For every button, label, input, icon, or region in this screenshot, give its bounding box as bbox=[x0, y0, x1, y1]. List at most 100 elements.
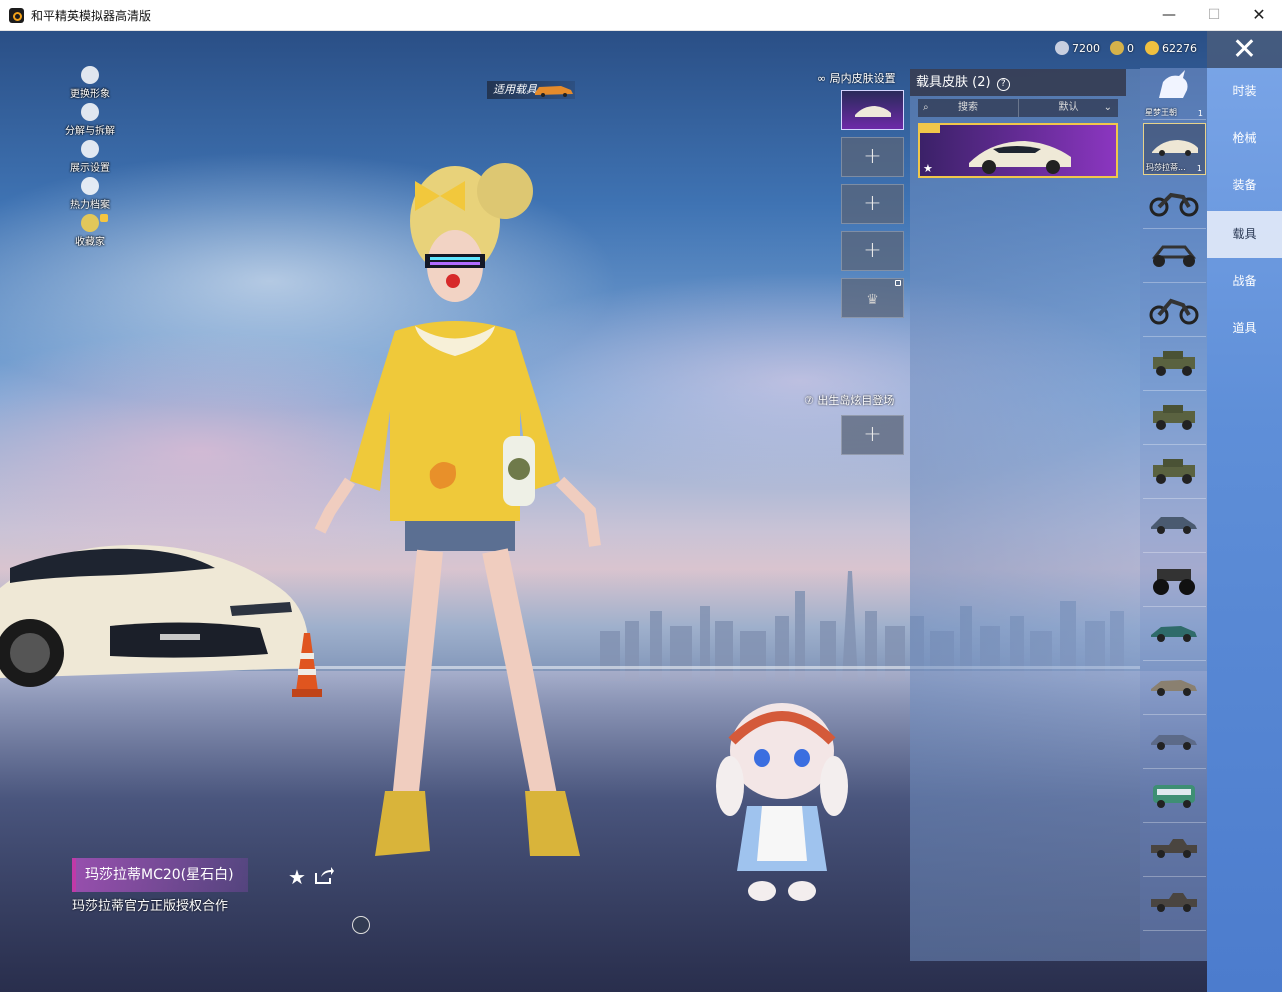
rarity-tag bbox=[920, 125, 940, 133]
skin-slot-add-2[interactable]: + bbox=[841, 137, 904, 177]
apply-vehicle-button[interactable]: 适用载具 bbox=[487, 81, 575, 99]
skin-sort-dropdown[interactable]: 默认 ⌄ bbox=[1018, 99, 1118, 117]
skin-slot-locked[interactable]: ♛ bbox=[841, 278, 904, 318]
jeep-icon bbox=[1153, 351, 1195, 376]
character-model bbox=[314, 163, 601, 856]
tab-outfit[interactable]: 时装 bbox=[1207, 68, 1282, 115]
item-name: 玛莎拉蒂MC20(星石白) bbox=[72, 858, 248, 892]
tab-items[interactable]: 道具 bbox=[1207, 305, 1282, 352]
car-thumbnail-icon bbox=[854, 106, 891, 117]
vehicle-item-unicorn[interactable]: 星梦王朝 1 bbox=[1143, 68, 1206, 120]
jeep-icon bbox=[1153, 405, 1195, 430]
vehicle-item-van[interactable] bbox=[1143, 771, 1206, 823]
menu-label: 收藏家 bbox=[75, 237, 105, 248]
car-skin-thumbnail bbox=[969, 141, 1071, 174]
spawn-island-entrance-label: ⑦ 出生岛炫目登场 bbox=[804, 392, 894, 408]
category-tabs: ✕ 时装 枪械 装备 载具 战备 道具 bbox=[1207, 31, 1282, 992]
skin-slot-add-3[interactable]: + bbox=[841, 184, 904, 224]
tab-vehicles[interactable]: 载具 bbox=[1207, 211, 1282, 258]
menu-label: 展示设置 bbox=[70, 163, 110, 174]
maximize-button[interactable]: ☐ bbox=[1191, 0, 1237, 31]
vehicle-item-buggy[interactable] bbox=[1143, 231, 1206, 283]
vehicle-skin-panel: 载具皮肤 (2) ? ⌕ 搜索 默认 ⌄ ★ bbox=[910, 69, 1140, 961]
section-text: 出生岛炫目登场 bbox=[817, 394, 895, 407]
menu-display-settings[interactable]: 展示设置 bbox=[60, 140, 120, 177]
favorite-star-icon[interactable]: ★ bbox=[923, 162, 933, 175]
help-icon[interactable]: ? bbox=[996, 78, 1010, 91]
vehicle-item-jeep-3[interactable] bbox=[1143, 447, 1206, 499]
window-titlebar: 和平精英模拟器高清版 — ☐ ✕ bbox=[0, 0, 1282, 31]
vehicle-count: 1 bbox=[1196, 164, 1202, 173]
jeep-icon bbox=[1153, 459, 1195, 484]
tab-combat-gear[interactable]: 战备 bbox=[1207, 258, 1282, 305]
spawn-slot-add[interactable]: + bbox=[841, 415, 904, 455]
tab-weapons[interactable]: 枪械 bbox=[1207, 115, 1282, 162]
menu-label: 更换形象 bbox=[70, 89, 110, 100]
skin-slot-add-4[interactable]: + bbox=[841, 231, 904, 271]
user-icon bbox=[81, 66, 99, 84]
buggy-icon bbox=[1151, 245, 1197, 267]
skin-slot-1[interactable] bbox=[841, 90, 904, 130]
monster-truck-icon bbox=[1153, 569, 1195, 595]
window-title: 和平精英模拟器高清版 bbox=[31, 9, 152, 23]
skin-card-selected[interactable]: ★ bbox=[918, 123, 1118, 178]
van-icon bbox=[1153, 785, 1195, 808]
wrench-icon[interactable] bbox=[352, 916, 370, 934]
currency-value: 0 bbox=[1127, 42, 1134, 55]
eye-icon bbox=[81, 140, 99, 158]
vehicle-item-muscle-car[interactable] bbox=[1143, 663, 1206, 715]
menu-label: 热力档案 bbox=[70, 200, 110, 211]
window-close-button[interactable]: ✕ bbox=[1236, 0, 1282, 31]
in-match-skin-settings-label: ∞ 局内皮肤设置 bbox=[817, 70, 896, 86]
tab-equipment[interactable]: 装备 bbox=[1207, 162, 1282, 209]
item-description: 玛莎拉蒂官方正版授权合作 bbox=[72, 899, 229, 914]
minimize-button[interactable]: — bbox=[1146, 0, 1192, 31]
currency-silver: 7200 bbox=[1055, 40, 1100, 58]
motorcycle-icon bbox=[1149, 192, 1199, 217]
menu-label: 分解与拆解 bbox=[65, 126, 115, 137]
vehicle-item-jeep-1[interactable] bbox=[1143, 339, 1206, 391]
currency-gold-token: 0 bbox=[1110, 40, 1134, 58]
skin-panel-header: 载具皮肤 (2) ? bbox=[910, 69, 1126, 96]
vehicle-count: 1 bbox=[1197, 109, 1203, 118]
vehicle-item-motorcycle-2[interactable] bbox=[1143, 285, 1206, 337]
item-info: 玛莎拉蒂MC20(星石白) 玛莎拉蒂官方正版授权合作 bbox=[72, 858, 248, 915]
gold-token-icon bbox=[1110, 41, 1124, 55]
menu-change-appearance[interactable]: 更换形象 bbox=[60, 66, 120, 103]
vehicle-item-monster-truck[interactable] bbox=[1143, 555, 1206, 607]
currency-value: 7200 bbox=[1072, 42, 1100, 55]
search-label: 搜索 bbox=[958, 102, 978, 113]
link-icon: ∞ bbox=[817, 72, 830, 85]
skin-panel-title: 载具皮肤 (2) bbox=[916, 75, 991, 90]
sort-label: 默认 bbox=[1058, 102, 1079, 113]
puzzle-icon bbox=[81, 103, 99, 121]
apply-vehicle-label: 适用载具 bbox=[493, 83, 537, 96]
skin-search-button[interactable]: ⌕ 搜索 bbox=[918, 99, 1018, 117]
vehicle-item-compact[interactable] bbox=[1143, 717, 1206, 769]
vehicle-item-motorcycle[interactable] bbox=[1143, 177, 1206, 229]
pickup-truck-icon bbox=[1151, 893, 1197, 912]
app-icon bbox=[9, 8, 24, 23]
help-icon: ⑦ bbox=[804, 394, 818, 407]
menu-decompose[interactable]: 分解与拆解 bbox=[60, 103, 120, 140]
unicorn-icon bbox=[1159, 70, 1188, 98]
vehicle-item-sedan[interactable] bbox=[1143, 501, 1206, 553]
favorite-star-icon[interactable]: ★ bbox=[288, 865, 306, 889]
vehicle-item-maserati[interactable]: 玛莎拉蒂... 1 bbox=[1143, 123, 1206, 175]
vehicle-item-coupe[interactable] bbox=[1143, 609, 1206, 661]
vehicle-item-pickup-2[interactable] bbox=[1143, 879, 1206, 931]
motorcycle-icon bbox=[1149, 298, 1199, 325]
sedan-icon bbox=[1151, 517, 1197, 534]
gold-coin-icon bbox=[1145, 41, 1159, 55]
vehicle-item-jeep-2[interactable] bbox=[1143, 393, 1206, 445]
pet-companion bbox=[716, 703, 848, 901]
share-icon[interactable] bbox=[313, 865, 335, 885]
currency-value: 62276 bbox=[1162, 42, 1197, 55]
vehicle-list: 星梦王朝 1 玛莎拉蒂... 1 bbox=[1140, 68, 1207, 961]
menu-collector[interactable]: 收藏家 bbox=[60, 214, 120, 251]
section-text: 局内皮肤设置 bbox=[829, 72, 896, 85]
menu-heat-archive[interactable]: 热力档案 bbox=[60, 177, 120, 214]
vehicle-item-pickup-1[interactable] bbox=[1143, 825, 1206, 877]
close-panel-button[interactable]: ✕ bbox=[1207, 31, 1282, 68]
coupe-icon bbox=[1151, 626, 1197, 642]
